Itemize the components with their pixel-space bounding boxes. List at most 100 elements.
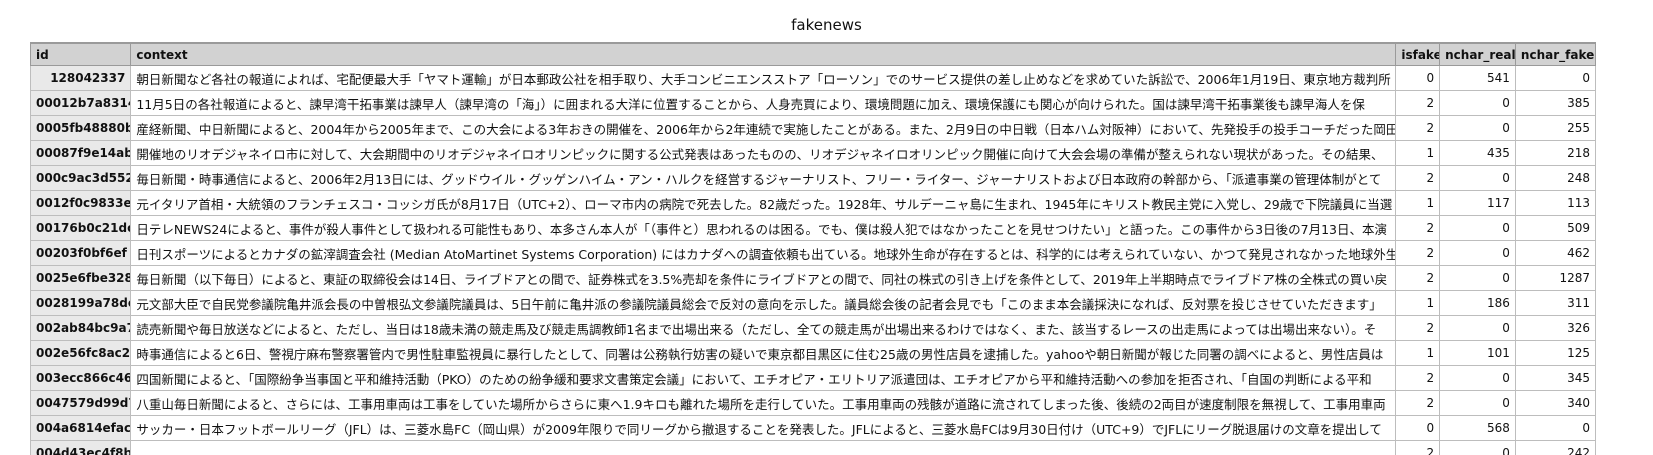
- nchar-real-cell[interactable]: 0: [1440, 366, 1516, 391]
- context-cell[interactable]: 毎日新聞（以下毎日）によると、東証の取締役会は14日、ライブドアとの間で、証券株…: [131, 266, 1396, 291]
- row-id-cell[interactable]: 003ecc866c46: [31, 366, 131, 391]
- column-header-nchar-fake[interactable]: nchar_fake: [1515, 44, 1595, 66]
- table-row: 00176b0c21dc 日テレNEWS24によると、事件が殺人事件として扱われ…: [31, 216, 1596, 241]
- context-cell[interactable]: 時事通信によると6日、警視庁麻布警察署管内で男性駐車監視員に暴行したとして、同署…: [131, 341, 1396, 366]
- nchar-real-cell[interactable]: 0: [1440, 441, 1516, 455]
- nchar-real-cell[interactable]: 0: [1440, 166, 1516, 191]
- context-cell[interactable]: 日テレNEWS24によると、事件が殺人事件として扱われる可能性もあり、本多さん本…: [131, 216, 1396, 241]
- isfake-cell[interactable]: 1: [1396, 191, 1440, 216]
- isfake-cell[interactable]: 0: [1396, 416, 1440, 441]
- nchar-real-cell[interactable]: 435: [1440, 141, 1516, 166]
- row-id-cell[interactable]: 0047579d99d7: [31, 391, 131, 416]
- nchar-fake-cell[interactable]: 326: [1515, 316, 1595, 341]
- context-cell[interactable]: サッカー・日本フットボールリーグ（JFL）は、三菱水島FC（岡山県）が2009年…: [131, 416, 1396, 441]
- nchar-fake-cell[interactable]: 0: [1515, 66, 1595, 91]
- nchar-fake-cell[interactable]: 340: [1515, 391, 1595, 416]
- column-header-isfake[interactable]: isfake: [1396, 44, 1440, 66]
- context-cell[interactable]: 開催地のリオデジャネイロ市に対して、大会期間中のリオデジャネイロオリンピックに関…: [131, 141, 1396, 166]
- table-row: 00203f0bf6ef 日刊スポーツによるとカナダの鉱滓調査会社 (Media…: [31, 241, 1596, 266]
- isfake-cell[interactable]: 1: [1396, 141, 1440, 166]
- isfake-cell[interactable]: 2: [1396, 266, 1440, 291]
- isfake-cell[interactable]: 0: [1396, 66, 1440, 91]
- context-cell[interactable]: 元文部大臣で自民党参議院亀井派会長の中曽根弘文参議院議員は、5日午前に亀井派の参…: [131, 291, 1396, 316]
- sheet-title: fakenews: [0, 16, 1653, 34]
- context-cell[interactable]: 日刊スポーツによるとカナダの鉱滓調査会社 (Median AtoMartinet…: [131, 241, 1396, 266]
- table-row: 002ab84bc9a7 読売新聞や毎日放送などによると、ただし、当日は18歳未…: [31, 316, 1596, 341]
- nchar-fake-cell[interactable]: 462: [1515, 241, 1595, 266]
- row-id-cell[interactable]: 002ab84bc9a7: [31, 316, 131, 341]
- table-row: 0012f0c9833e 元イタリア首相・大統領のフランチェスコ・コッシガ氏が8…: [31, 191, 1596, 216]
- row-id-cell[interactable]: 0025e6fbe328: [31, 266, 131, 291]
- nchar-real-cell[interactable]: 0: [1440, 316, 1516, 341]
- nchar-real-cell[interactable]: 117: [1440, 191, 1516, 216]
- nchar-fake-cell[interactable]: 248: [1515, 166, 1595, 191]
- row-id-cell[interactable]: 0028199a78de: [31, 291, 131, 316]
- isfake-cell[interactable]: 2: [1396, 366, 1440, 391]
- nchar-fake-cell[interactable]: 125: [1515, 341, 1595, 366]
- isfake-cell[interactable]: 2: [1396, 116, 1440, 141]
- table-row: 0028199a78de 元文部大臣で自民党参議院亀井派会長の中曽根弘文参議院議…: [31, 291, 1596, 316]
- nchar-real-cell[interactable]: 186: [1440, 291, 1516, 316]
- nchar-fake-cell[interactable]: 242: [1515, 441, 1595, 455]
- table-row: 002e56fc8ac2 時事通信によると6日、警視庁麻布警察署管内で男性駐車監…: [31, 341, 1596, 366]
- isfake-cell[interactable]: 2: [1396, 166, 1440, 191]
- table-row: 004a6814efac サッカー・日本フットボールリーグ（JFL）は、三菱水島…: [31, 416, 1596, 441]
- row-id-cell[interactable]: 0012f0c9833e: [31, 191, 131, 216]
- row-id-cell[interactable]: 128042337: [31, 66, 131, 91]
- isfake-cell[interactable]: 2: [1396, 391, 1440, 416]
- row-id-cell[interactable]: 000c9ac3d552: [31, 166, 131, 191]
- column-header-context[interactable]: context: [131, 44, 1396, 66]
- isfake-cell[interactable]: 2: [1396, 441, 1440, 455]
- context-cell[interactable]: 元イタリア首相・大統領のフランチェスコ・コッシガ氏が8月17日（UTC+2）、ロ…: [131, 191, 1396, 216]
- data-table: id context isfake nchar_real nchar_fake …: [30, 43, 1596, 455]
- nchar-real-cell[interactable]: 0: [1440, 391, 1516, 416]
- nchar-fake-cell[interactable]: 385: [1515, 91, 1595, 116]
- isfake-cell[interactable]: 2: [1396, 216, 1440, 241]
- column-header-nchar-real[interactable]: nchar_real: [1440, 44, 1516, 66]
- row-id-cell[interactable]: 004d43ec4f8b: [31, 441, 131, 455]
- isfake-cell[interactable]: 1: [1396, 291, 1440, 316]
- row-id-cell[interactable]: 00176b0c21dc: [31, 216, 131, 241]
- context-cell[interactable]: 四国新聞によると、「国際紛争当事国と平和維持活動（PKO）のための紛争緩和要求文…: [131, 366, 1396, 391]
- column-header-id[interactable]: id: [31, 44, 131, 66]
- row-id-cell[interactable]: 00087f9e14ab: [31, 141, 131, 166]
- context-cell[interactable]: 産経新聞、中日新聞によると、2004年から2005年まで、この大会による3年おき…: [131, 116, 1396, 141]
- context-cell[interactable]: 朝日新聞など各社の報道によれば、宅配便最大手「ヤマト運輸」が日本郵政公社を相手取…: [131, 66, 1396, 91]
- context-cell[interactable]: 八重山毎日新聞によると、さらには、工事用車両は工事をしていた場所からさらに東へ1…: [131, 391, 1396, 416]
- context-cell[interactable]: 毎日新聞・時事通信によると、2006年2月13日には、グッドウイル・グッゲンハイ…: [131, 166, 1396, 191]
- nchar-real-cell[interactable]: 541: [1440, 66, 1516, 91]
- row-id-cell[interactable]: 0005fb48880b: [31, 116, 131, 141]
- table-row: 00087f9e14ab 開催地のリオデジャネイロ市に対して、大会期間中のリオデ…: [31, 141, 1596, 166]
- data-table-container[interactable]: id context isfake nchar_real nchar_fake …: [30, 42, 1596, 455]
- nchar-fake-cell[interactable]: 0: [1515, 416, 1595, 441]
- table-row: 128042337 朝日新聞など各社の報道によれば、宅配便最大手「ヤマト運輸」が…: [31, 66, 1596, 91]
- table-row: 0047579d99d7 八重山毎日新聞によると、さらには、工事用車両は工事をし…: [31, 391, 1596, 416]
- row-id-cell[interactable]: 004a6814efac: [31, 416, 131, 441]
- nchar-fake-cell[interactable]: 1287: [1515, 266, 1595, 291]
- nchar-real-cell[interactable]: 101: [1440, 341, 1516, 366]
- isfake-cell[interactable]: 1: [1396, 341, 1440, 366]
- row-id-cell[interactable]: 002e56fc8ac2: [31, 341, 131, 366]
- nchar-real-cell[interactable]: 0: [1440, 91, 1516, 116]
- nchar-real-cell[interactable]: 0: [1440, 266, 1516, 291]
- nchar-real-cell[interactable]: 568: [1440, 416, 1516, 441]
- nchar-real-cell[interactable]: 0: [1440, 216, 1516, 241]
- isfake-cell[interactable]: 2: [1396, 91, 1440, 116]
- nchar-real-cell[interactable]: 0: [1440, 241, 1516, 266]
- isfake-cell[interactable]: 2: [1396, 241, 1440, 266]
- row-id-cell[interactable]: 00012b7a8314: [31, 91, 131, 116]
- isfake-cell[interactable]: 2: [1396, 316, 1440, 341]
- context-cell[interactable]: 11月5日の各社報道によると、諫早湾干拓事業は諫早人（諫早湾の「海」）に囲まれる…: [131, 91, 1396, 116]
- table-row: 004d43ec4f8b 2 0 242: [31, 441, 1596, 455]
- nchar-fake-cell[interactable]: 509: [1515, 216, 1595, 241]
- nchar-fake-cell[interactable]: 255: [1515, 116, 1595, 141]
- context-cell[interactable]: [131, 441, 1396, 455]
- nchar-fake-cell[interactable]: 311: [1515, 291, 1595, 316]
- table-row: 003ecc866c46 四国新聞によると、「国際紛争当事国と平和維持活動（PK…: [31, 366, 1596, 391]
- nchar-fake-cell[interactable]: 345: [1515, 366, 1595, 391]
- row-id-cell[interactable]: 00203f0bf6ef: [31, 241, 131, 266]
- nchar-real-cell[interactable]: 0: [1440, 116, 1516, 141]
- nchar-fake-cell[interactable]: 218: [1515, 141, 1595, 166]
- nchar-fake-cell[interactable]: 113: [1515, 191, 1595, 216]
- context-cell[interactable]: 読売新聞や毎日放送などによると、ただし、当日は18歳未満の競走馬及び競走馬調教師…: [131, 316, 1396, 341]
